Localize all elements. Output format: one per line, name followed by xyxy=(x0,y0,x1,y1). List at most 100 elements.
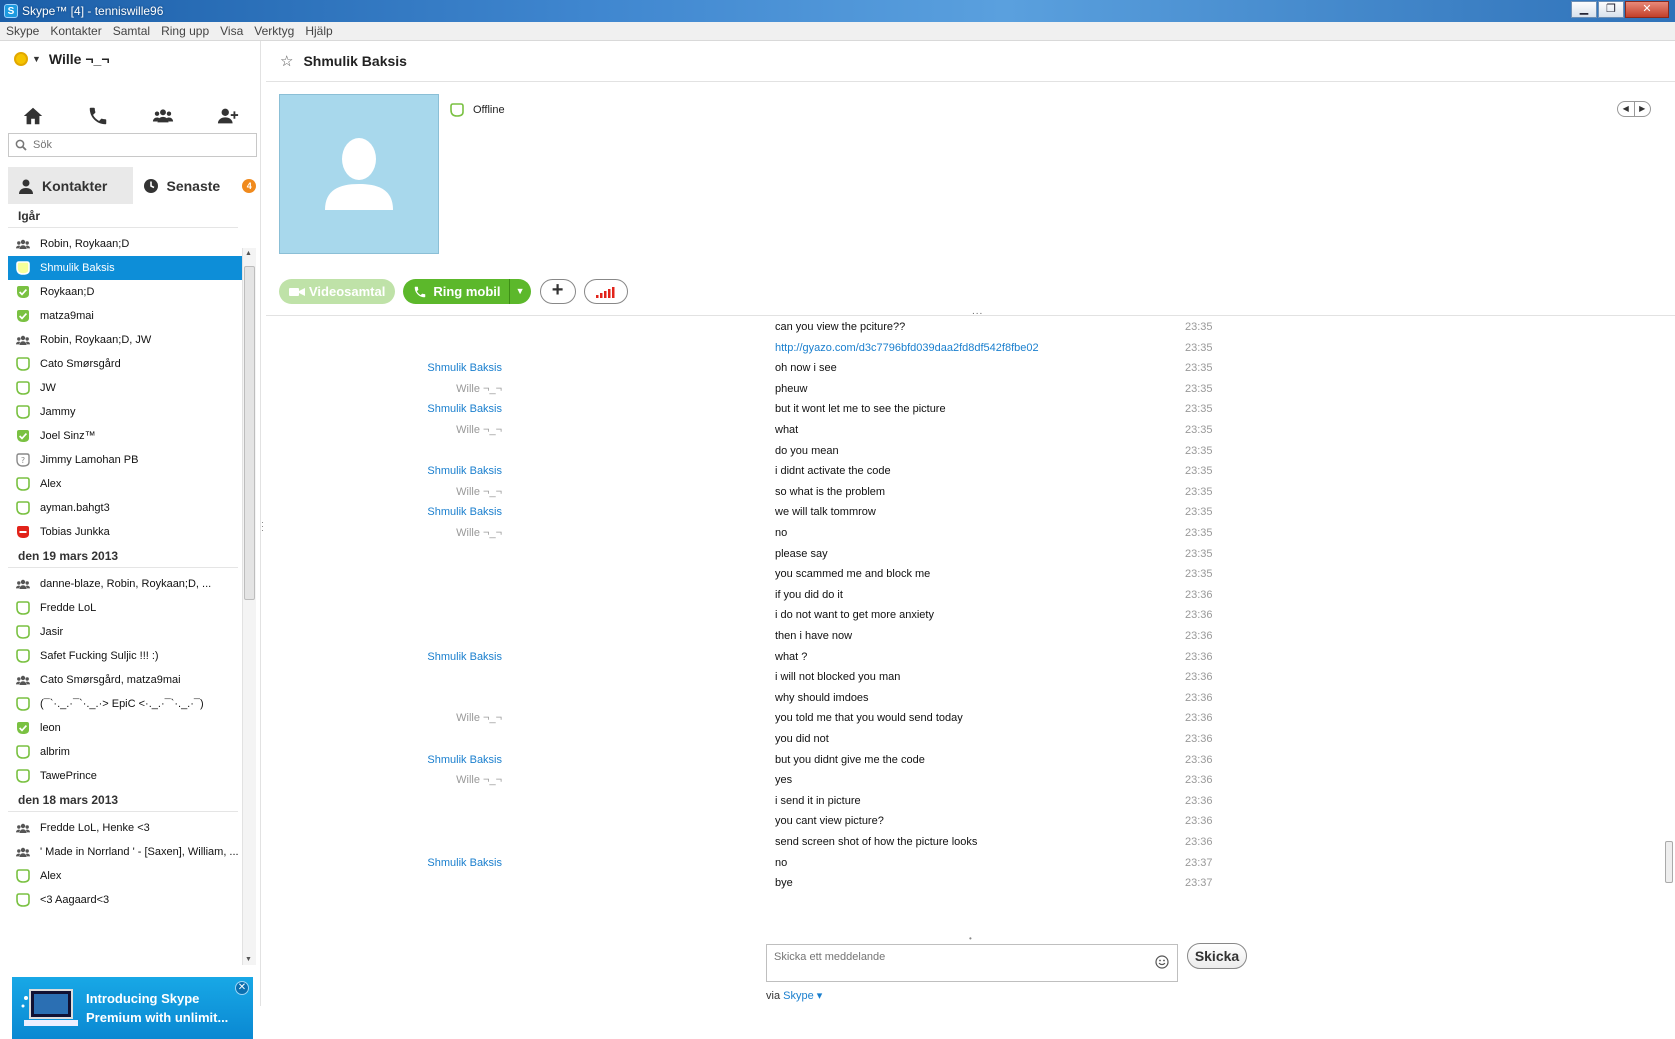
contact-list-item[interactable]: ayman.bahgt3 xyxy=(8,496,242,520)
tab-kontakter[interactable]: Kontakter xyxy=(8,167,133,204)
message-author[interactable]: Shmulik Baksis xyxy=(427,856,502,870)
send-button[interactable]: Skicka xyxy=(1187,943,1247,969)
tab-senaste[interactable]: Senaste 4 xyxy=(133,167,258,204)
message-author[interactable]: Wille ¬_¬ xyxy=(456,423,502,437)
message-author[interactable]: Shmulik Baksis xyxy=(427,505,502,519)
contact-list-item[interactable]: Alex xyxy=(8,472,242,496)
contact-list-item[interactable]: Jasir xyxy=(8,620,242,644)
recent-conversations-list: Igår Robin, Roykaan;D Shmulik Baksis Roykaa… xyxy=(8,204,242,964)
contact-name: Jammy xyxy=(40,406,76,418)
call-quality-button[interactable] xyxy=(583,279,628,304)
contact-list-item[interactable]: Roykaan;D xyxy=(8,280,242,304)
contact-list-item[interactable]: Cato Smørsgård xyxy=(8,352,242,376)
video-call-button[interactable]: Videosamtal xyxy=(279,279,396,304)
message-author[interactable]: Wille ¬_¬ xyxy=(456,711,502,725)
chat-message: Wille ¬_¬ what 23:35 xyxy=(266,423,1675,445)
chat-message: you did not 23:36 xyxy=(266,732,1675,754)
call-mobile-button[interactable]: Ring mobil ▼ xyxy=(403,279,531,304)
menu-hjalp[interactable]: Hjälp xyxy=(305,24,332,38)
chat-message: do you mean 23:35 xyxy=(266,444,1675,466)
message-author[interactable]: Wille ¬_¬ xyxy=(456,773,502,787)
contact-list-item[interactable]: Safet Fucking Suljic !!! :) xyxy=(8,644,242,668)
contact-list-item[interactable]: Cato Smørsgård, matza9mai xyxy=(8,668,242,692)
message-author[interactable]: Shmulik Baksis xyxy=(427,464,502,478)
create-group-button[interactable] xyxy=(131,96,196,136)
menu-ring-upp[interactable]: Ring upp xyxy=(161,24,209,38)
chevron-down-icon[interactable]: ▼ xyxy=(32,54,41,64)
skype-app-icon: S xyxy=(4,4,18,18)
contact-list-item[interactable]: ? Jimmy Lamohan PB xyxy=(8,448,242,472)
message-author[interactable]: Shmulik Baksis xyxy=(427,650,502,664)
menu-samtal[interactable]: Samtal xyxy=(113,24,150,38)
contact-list-item[interactable]: albrim xyxy=(8,740,242,764)
message-link[interactable]: http://gyazo.com/d3c7796bfd039daa2fd8df5… xyxy=(775,341,1039,355)
status-away-icon[interactable] xyxy=(14,52,28,66)
message-text: no xyxy=(775,527,788,539)
contact-list-item[interactable]: Fredde LoL, Henke <3 xyxy=(8,816,242,840)
call-phone-button[interactable] xyxy=(65,96,130,136)
previous-arrow-icon[interactable]: ◀ xyxy=(1618,102,1635,116)
message-author[interactable]: Shmulik Baksis xyxy=(427,402,502,416)
contact-list-item[interactable]: Robin, Roykaan;D xyxy=(8,232,242,256)
composer-resize-handle[interactable]: • xyxy=(969,934,972,943)
search-input[interactable] xyxy=(33,139,233,151)
contact-list-item[interactable]: danne-blaze, Robin, Roykaan;D, ... xyxy=(8,572,242,596)
chat-message: http://gyazo.com/d3c7796bfd039daa2fd8df5… xyxy=(266,341,1675,363)
contact-list-item[interactable]: Fredde LoL xyxy=(8,596,242,620)
menu-kontakter[interactable]: Kontakter xyxy=(50,24,101,38)
profile-nav-arrows[interactable]: ◀ ▶ xyxy=(1617,101,1651,117)
menu-verktyg[interactable]: Verktyg xyxy=(254,24,294,38)
home-button[interactable] xyxy=(0,96,65,136)
contact-list-item[interactable]: Robin, Roykaan;D, JW xyxy=(8,328,242,352)
contact-list-item[interactable]: TawePrince xyxy=(8,764,242,788)
contact-name: Joel Sinz™ xyxy=(40,430,96,442)
close-button[interactable]: ✕ xyxy=(1625,1,1669,18)
message-author[interactable]: Wille ¬_¬ xyxy=(456,485,502,499)
message-author[interactable]: Shmulik Baksis xyxy=(427,361,502,375)
via-skype-dropdown[interactable]: Skype ▾ xyxy=(783,990,822,1002)
message-author[interactable]: Wille ¬_¬ xyxy=(456,382,502,396)
offline-status-icon xyxy=(16,625,30,639)
promo-banner[interactable]: Introducing Skype Premium with unlimit..… xyxy=(12,977,253,1039)
contact-list-item[interactable]: Tobias Junkka xyxy=(8,520,242,544)
add-participants-button[interactable]: + xyxy=(539,279,576,304)
profile-status[interactable]: ▼ Wille ¬_¬ xyxy=(14,51,110,67)
call-options-dropdown-icon[interactable]: ▼ xyxy=(508,279,531,304)
menu-visa[interactable]: Visa xyxy=(220,24,243,38)
message-text: but it wont let me to see the picture xyxy=(775,403,946,416)
add-contact-button[interactable] xyxy=(196,96,261,136)
emoticon-icon[interactable] xyxy=(1155,955,1169,969)
contact-list-item[interactable]: (¯`·._.·¯`·._.·> EpiC <·._.·¯`·._.·¯) xyxy=(8,692,242,716)
profile-name[interactable]: Wille ¬_¬ xyxy=(49,51,110,67)
search-box[interactable] xyxy=(8,133,257,157)
promo-close-icon[interactable]: ✕ xyxy=(235,981,249,995)
call-actions: Videosamtal Ring mobil ▼ + xyxy=(279,279,628,304)
favorite-star-icon[interactable]: ☆ xyxy=(280,52,293,70)
message-timestamp: 23:36 xyxy=(1185,753,1213,766)
scrollbar-thumb[interactable] xyxy=(244,266,255,600)
next-arrow-icon[interactable]: ▶ xyxy=(1635,102,1651,116)
scroll-down-icon[interactable]: ▼ xyxy=(245,956,252,963)
chat-message: Shmulik Baksis oh now i see 23:35 xyxy=(266,361,1675,383)
menu-skype[interactable]: Skype xyxy=(6,24,39,38)
message-author[interactable]: Shmulik Baksis xyxy=(427,753,502,767)
contact-list-item[interactable]: Joel Sinz™ xyxy=(8,424,242,448)
contact-list-item[interactable]: JW xyxy=(8,376,242,400)
chat-message: you scammed me and block me 23:35 xyxy=(266,567,1675,589)
contact-list-item[interactable]: ' Made in Norrland ' - [Saxen], William,… xyxy=(8,840,242,864)
message-author[interactable]: Wille ¬_¬ xyxy=(456,526,502,540)
message-text: yes xyxy=(775,774,793,787)
pane-splitter-handle[interactable]: · · · xyxy=(261,518,264,535)
maximize-button[interactable]: ❐ xyxy=(1598,1,1624,18)
contact-list-item[interactable]: Shmulik Baksis xyxy=(8,256,242,280)
contact-list-item[interactable]: matza9mai xyxy=(8,304,242,328)
scroll-up-icon[interactable]: ▲ xyxy=(245,250,252,257)
contact-list-item[interactable]: Alex xyxy=(8,864,242,888)
message-composer[interactable] xyxy=(766,944,1178,982)
message-input[interactable] xyxy=(774,951,1134,975)
contact-list-item[interactable]: leon xyxy=(8,716,242,740)
contact-list-scrollbar[interactable]: ▲ ▼ xyxy=(242,248,256,965)
contact-list-item[interactable]: Jammy xyxy=(8,400,242,424)
contact-list-item[interactable]: <3 Aagaard<3 xyxy=(8,888,242,912)
minimize-button[interactable]: ▁ xyxy=(1571,1,1597,18)
